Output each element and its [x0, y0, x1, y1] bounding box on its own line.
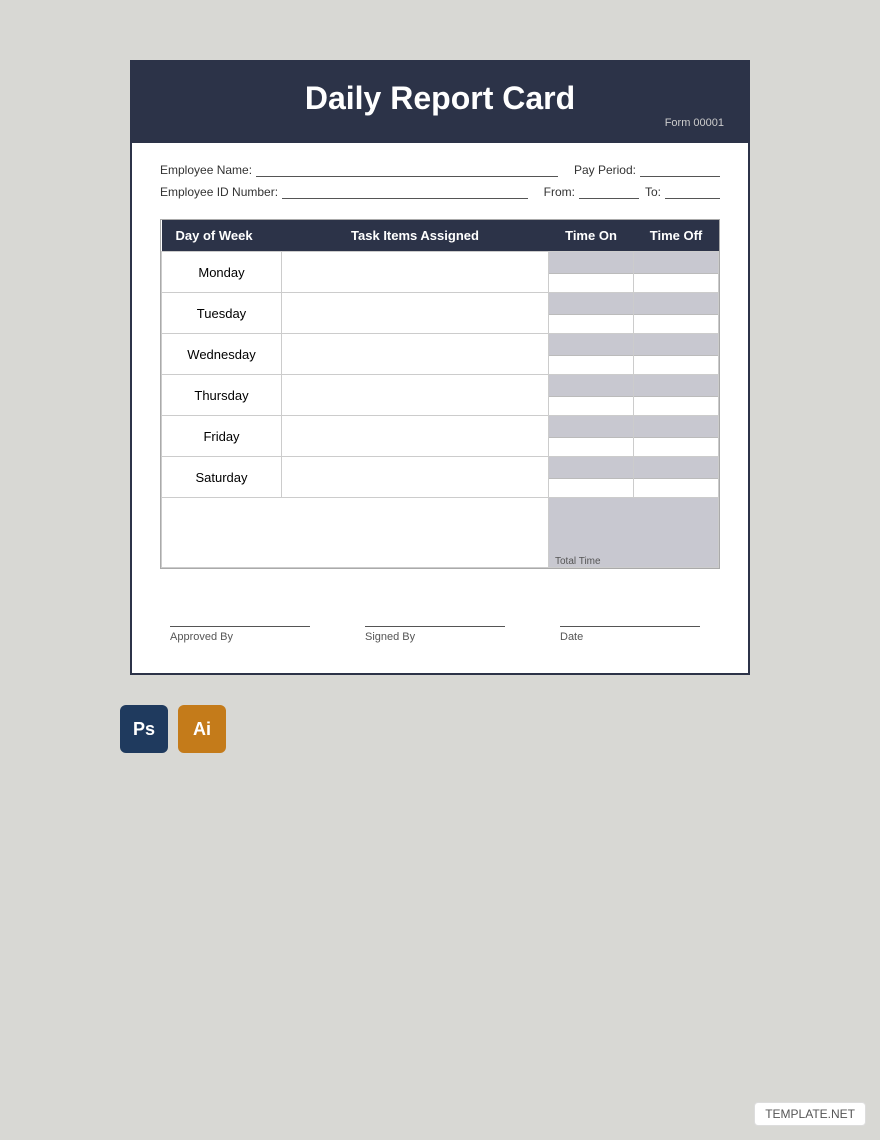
card-title: Daily Report Card — [152, 80, 728, 117]
card-body: Employee Name: Pay Period: Employee ID N… — [132, 143, 748, 673]
signed-by-line — [365, 609, 505, 627]
day-wednesday: Wednesday — [162, 334, 282, 375]
table-row: Wednesday — [162, 334, 719, 375]
day-tuesday: Tuesday — [162, 293, 282, 334]
table-row: Thursday — [162, 375, 719, 416]
total-row-blank — [162, 498, 549, 568]
from-label: From: — [544, 185, 575, 199]
time-off-thursday[interactable] — [634, 375, 719, 416]
time-off-friday[interactable] — [634, 416, 719, 457]
table-header-row: Day of Week Task Items Assigned Time On … — [162, 220, 719, 252]
fields-section: Employee Name: Pay Period: Employee ID N… — [160, 163, 720, 199]
employee-name-label: Employee Name: — [160, 163, 252, 177]
total-time-label: Total Time — [549, 552, 718, 567]
approved-by-label: Approved By — [170, 631, 233, 643]
bottom-icons: Ps Ai — [120, 705, 226, 753]
card-header: Daily Report Card Form 00001 — [132, 62, 748, 143]
table-row: Saturday — [162, 457, 719, 498]
time-on-wednesday[interactable] — [549, 334, 634, 375]
task-friday[interactable] — [282, 416, 549, 457]
task-thursday[interactable] — [282, 375, 549, 416]
col-time-on: Time On — [549, 220, 634, 252]
date-label: Date — [560, 631, 583, 643]
report-table: Day of Week Task Items Assigned Time On … — [161, 220, 719, 568]
to-label: To: — [645, 185, 661, 199]
time-off-saturday[interactable] — [634, 457, 719, 498]
day-saturday: Saturday — [162, 457, 282, 498]
date-block: Date — [560, 609, 710, 643]
employee-id-label: Employee ID Number: — [160, 185, 278, 199]
day-thursday: Thursday — [162, 375, 282, 416]
employee-id-line — [282, 185, 528, 199]
approved-by-line — [170, 609, 310, 627]
employee-name-line — [256, 163, 558, 177]
time-on-thursday[interactable] — [549, 375, 634, 416]
approved-by-block: Approved By — [170, 609, 320, 643]
signed-by-label: Signed By — [365, 631, 415, 643]
day-friday: Friday — [162, 416, 282, 457]
report-card: Daily Report Card Form 00001 Employee Na… — [130, 60, 750, 675]
employee-id-row: Employee ID Number: From: To: — [160, 185, 720, 199]
time-off-monday[interactable] — [634, 252, 719, 293]
pay-period-line — [640, 163, 720, 177]
date-line — [560, 609, 700, 627]
time-off-tuesday[interactable] — [634, 293, 719, 334]
task-monday[interactable] — [282, 252, 549, 293]
time-on-monday[interactable] — [549, 252, 634, 293]
table-row: Monday — [162, 252, 719, 293]
col-time-off: Time Off — [634, 220, 719, 252]
time-on-tuesday[interactable] — [549, 293, 634, 334]
col-tasks: Task Items Assigned — [282, 220, 549, 252]
signed-by-block: Signed By — [365, 609, 515, 643]
task-tuesday[interactable] — [282, 293, 549, 334]
task-saturday[interactable] — [282, 457, 549, 498]
time-on-saturday[interactable] — [549, 457, 634, 498]
time-off-wednesday[interactable] — [634, 334, 719, 375]
photoshop-icon: Ps — [120, 705, 168, 753]
to-line — [665, 185, 720, 199]
time-on-friday[interactable] — [549, 416, 634, 457]
employee-name-row: Employee Name: Pay Period: — [160, 163, 720, 177]
illustrator-icon: Ai — [178, 705, 226, 753]
col-day: Day of Week — [162, 220, 282, 252]
form-number: Form 00001 — [152, 117, 728, 133]
day-monday: Monday — [162, 252, 282, 293]
signature-section: Approved By Signed By Date — [160, 609, 720, 643]
template-badge: TEMPLATE.NET — [754, 1102, 866, 1126]
table-row: Tuesday — [162, 293, 719, 334]
total-row: Total Time — [162, 498, 719, 568]
total-time-cell: Total Time — [549, 498, 719, 568]
table-row: Friday — [162, 416, 719, 457]
pay-period-label: Pay Period: — [574, 163, 636, 177]
table-container: Day of Week Task Items Assigned Time On … — [160, 219, 720, 569]
from-line — [579, 185, 639, 199]
task-wednesday[interactable] — [282, 334, 549, 375]
